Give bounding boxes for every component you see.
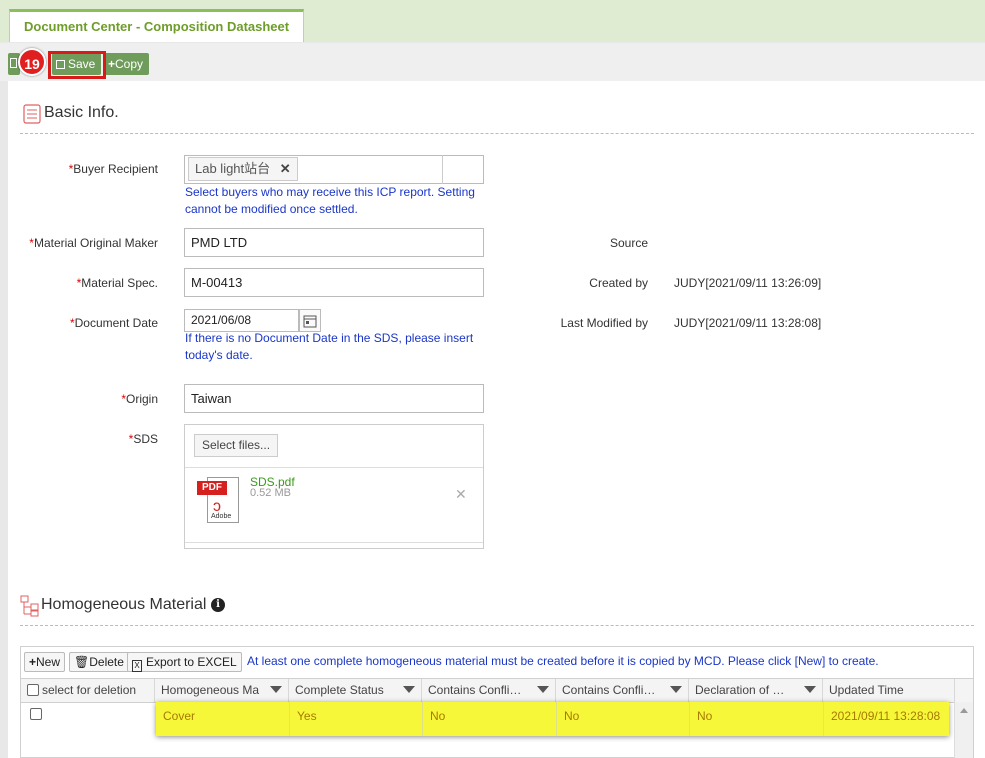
tree-icon — [20, 595, 39, 617]
tab-bar: Document Center - Composition Datasheet — [0, 0, 985, 42]
header-updated-time[interactable]: Updated Time — [823, 679, 955, 702]
remove-file-icon[interactable]: ✕ — [455, 486, 467, 503]
basic-info-title: Basic Info. — [44, 104, 119, 121]
select-all-checkbox[interactable] — [27, 684, 39, 696]
upload-divider-bottom — [185, 542, 483, 543]
material-maker-input[interactable]: PMD LTD — [184, 228, 484, 257]
copy-button[interactable]: +Copy — [104, 53, 149, 75]
origin-input[interactable]: Taiwan — [184, 384, 484, 413]
document-date-input[interactable]: 2021/06/08 — [184, 309, 299, 332]
back-icon — [10, 58, 17, 68]
header-contains-conflict-1[interactable]: Contains Confli… — [422, 679, 556, 702]
header-contains-conflict-2[interactable]: Contains Confli… — [556, 679, 689, 702]
filter-icon[interactable] — [537, 686, 549, 693]
calendar-icon — [303, 315, 317, 328]
table-row[interactable]: Cover Yes No No No 2021/09/11 13:28:08 — [156, 702, 949, 736]
material-spec-label: *Material Spec. — [76, 276, 158, 290]
document-date-hint: If there is no Document Date in the SDS,… — [185, 331, 474, 362]
grid-header: select for deletion Homogeneous Ma Compl… — [21, 678, 955, 703]
plus-icon: + — [29, 655, 37, 669]
info-icon[interactable]: i — [211, 598, 225, 612]
header-select: select for deletion — [21, 679, 155, 702]
select-files-button[interactable]: Select files... — [194, 434, 279, 457]
excel-icon: X — [132, 660, 142, 672]
scroll-up-arrow-icon[interactable] — [960, 708, 968, 713]
step-badge: 19 — [18, 48, 46, 76]
last-modified-value: JUDY[2021/09/11 13:28:08] — [674, 316, 822, 330]
section-divider-2 — [20, 625, 974, 626]
document-date-label: *Document Date — [69, 316, 158, 330]
filter-icon[interactable] — [670, 686, 682, 693]
header-scroll-spacer — [955, 678, 973, 703]
grid-scrollbar[interactable] — [954, 702, 973, 758]
sds-label: *SDS — [128, 432, 158, 446]
grid-note: At least one complete homogeneous materi… — [247, 654, 879, 668]
cell-contains-conflict-1: No — [423, 702, 557, 736]
buyer-chip: Lab light站台 ✕ — [188, 157, 298, 181]
tab-composition-datasheet[interactable]: Document Center - Composition Datasheet — [9, 9, 304, 42]
new-button[interactable]: +New — [24, 652, 66, 672]
chip-remove-icon[interactable]: ✕ — [280, 161, 291, 176]
calendar-button[interactable] — [299, 309, 321, 332]
filter-icon[interactable] — [403, 686, 415, 693]
buyer-recipient-hint: Select buyers who may receive this ICP r… — [185, 185, 475, 216]
source-label: Source — [609, 236, 648, 250]
last-modified-label: Last Modified by — [560, 316, 648, 330]
filter-icon[interactable] — [804, 686, 816, 693]
cell-declaration: No — [690, 702, 824, 736]
cell-homogeneous-name[interactable]: Cover — [156, 702, 290, 736]
pdf-file-icon: PDF ↄ Adobe — [197, 477, 243, 525]
list-icon — [23, 104, 41, 124]
row-select-checkbox[interactable] — [30, 708, 42, 720]
toolbar: Save +Copy — [0, 43, 985, 81]
delete-button[interactable]: 🗑Delete — [69, 652, 129, 672]
upload-divider — [185, 467, 483, 468]
save-highlight-frame — [48, 51, 106, 79]
header-complete-status[interactable]: Complete Status — [289, 679, 422, 702]
section-divider — [20, 133, 974, 134]
sds-file-size: 0.52 MB — [250, 487, 291, 499]
material-maker-label: *Material Original Maker — [29, 236, 158, 250]
cell-contains-conflict-2: No — [557, 702, 690, 736]
cell-complete-status: Yes — [290, 702, 423, 736]
header-homogeneous[interactable]: Homogeneous Ma — [155, 679, 289, 702]
created-by-value: JUDY[2021/09/11 13:26:09] — [674, 276, 822, 290]
buyer-field-divider — [442, 155, 443, 184]
homogeneous-title: Homogeneous Material — [41, 596, 207, 613]
buyer-recipient-label: *Buyer Recipient — [68, 162, 158, 176]
filter-icon[interactable] — [270, 686, 282, 693]
material-spec-input[interactable]: M-00413 — [184, 268, 484, 297]
trash-icon: 🗑 — [74, 655, 90, 669]
sds-upload-box: Select files... PDF ↄ Adobe SDS.pdf 0.52… — [184, 424, 484, 549]
cell-updated-time: 2021/09/11 13:28:08 — [831, 709, 941, 723]
header-declaration[interactable]: Declaration of … — [689, 679, 823, 702]
origin-label: *Origin — [121, 392, 158, 406]
export-excel-button[interactable]: X Export to EXCEL — [127, 652, 242, 672]
plus-icon: + — [108, 57, 116, 71]
created-by-label: Created by — [589, 276, 648, 290]
